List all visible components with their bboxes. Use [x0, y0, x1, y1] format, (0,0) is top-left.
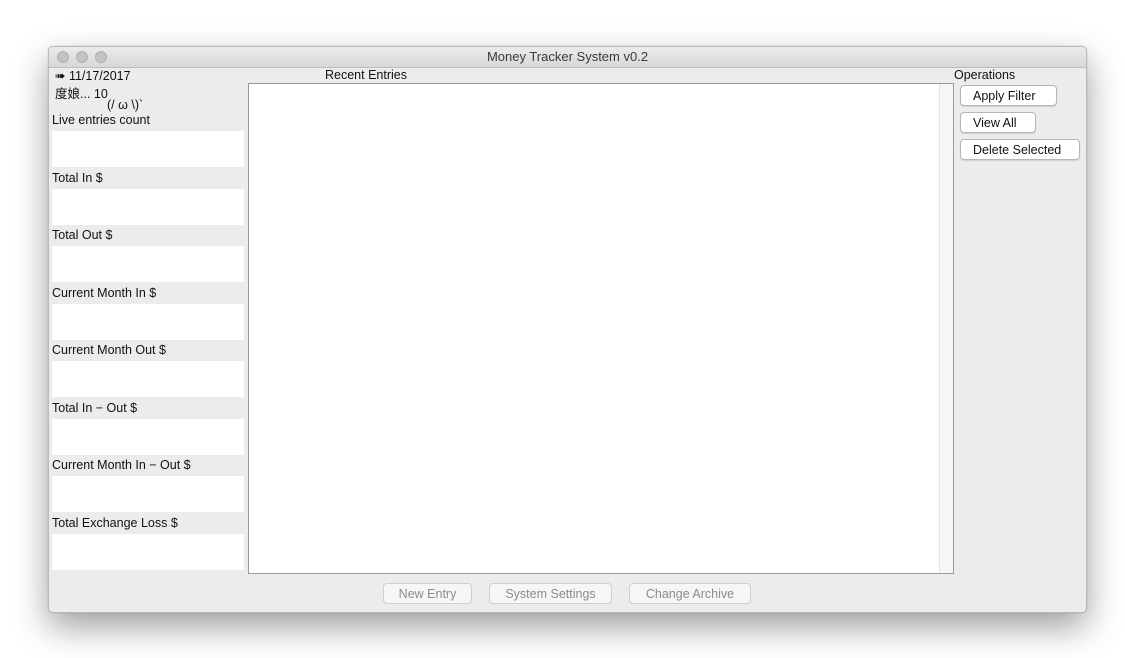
delete-selected-button[interactable]: Delete Selected	[960, 139, 1080, 160]
emoticon: (/ ω \)`	[107, 98, 144, 112]
total-in-out-field[interactable]	[52, 419, 244, 455]
title-bar: Money Tracker System v0.2	[49, 47, 1086, 68]
stat-label-total-in-out: Total In − Out $	[52, 401, 138, 415]
current-month-in-out-field[interactable]	[52, 476, 244, 512]
app-window: Money Tracker System v0.2 ➠ 11/17/2017 度…	[48, 46, 1087, 613]
total-in-field[interactable]	[52, 189, 244, 225]
current-month-out-field[interactable]	[52, 361, 244, 397]
recent-entries-heading: Recent Entries	[325, 68, 407, 82]
apply-filter-button[interactable]: Apply Filter	[960, 85, 1057, 106]
user-info: 度娘... 10	[55, 87, 108, 101]
stat-label-current-month-in-out: Current Month In − Out $	[52, 458, 191, 472]
live-entries-count-field[interactable]	[52, 131, 244, 167]
stat-label-current-month-out: Current Month Out $	[52, 343, 166, 357]
system-settings-button[interactable]: System Settings	[489, 583, 612, 604]
stat-label-current-month-in: Current Month In $	[52, 286, 157, 300]
change-archive-button[interactable]: Change Archive	[629, 583, 751, 604]
recent-entries-table[interactable]	[248, 83, 954, 574]
table-vertical-scrollbar[interactable]	[939, 84, 953, 573]
stat-label-live-entries-count: Live entries count	[52, 113, 150, 127]
current-date: ➠ 11/17/2017	[55, 69, 131, 83]
stat-label-total-exchange-loss: Total Exchange Loss $	[52, 516, 178, 530]
current-month-in-field[interactable]	[52, 304, 244, 340]
window-title: Money Tracker System v0.2	[486, 49, 649, 64]
stat-label-total-in: Total In $	[52, 171, 103, 185]
total-exchange-loss-field[interactable]	[52, 534, 244, 570]
view-all-button[interactable]: View All	[960, 112, 1036, 133]
total-out-field[interactable]	[52, 246, 244, 282]
new-entry-button[interactable]: New Entry	[383, 583, 472, 604]
stat-label-total-out: Total Out $	[52, 228, 113, 242]
operations-heading: Operations	[954, 68, 1016, 82]
